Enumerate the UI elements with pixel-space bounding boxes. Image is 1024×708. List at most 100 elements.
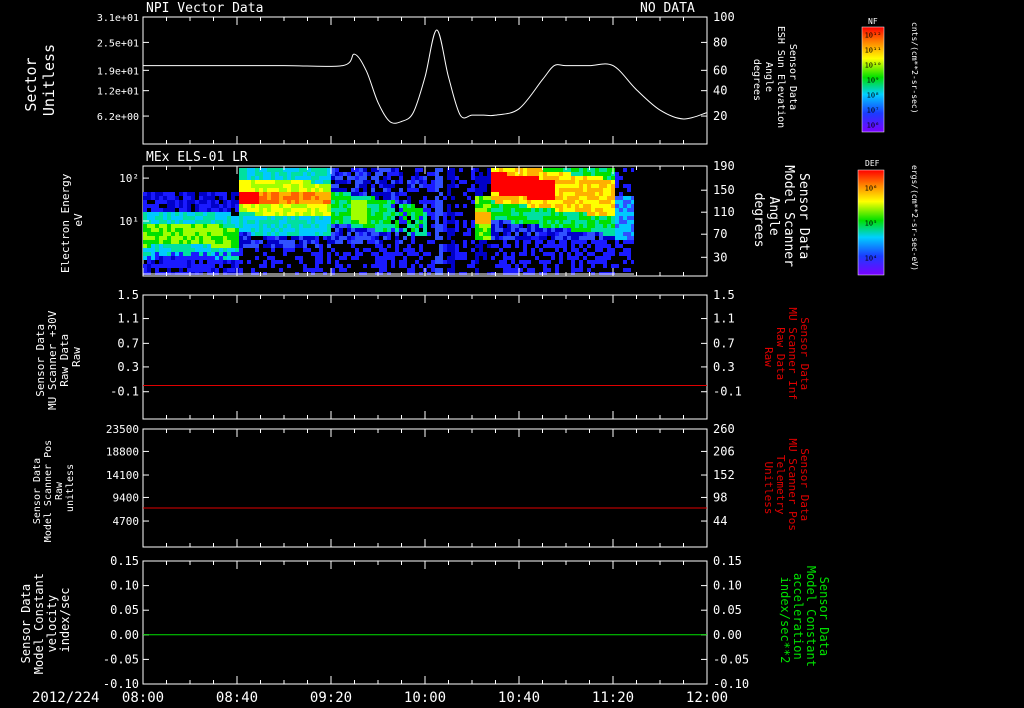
spectrogram-cell — [359, 212, 363, 216]
spectrogram-cell — [347, 176, 351, 180]
spectrogram-cell — [331, 224, 335, 228]
spectrogram-cell — [551, 244, 555, 248]
spectrogram-cell — [287, 192, 291, 196]
spectrogram-cell — [399, 220, 403, 224]
spectrogram-cell — [503, 228, 507, 232]
spectrogram-cell — [227, 208, 231, 212]
spectrogram-cell — [303, 196, 307, 200]
spectrogram-cell — [591, 168, 595, 172]
spectrogram-cell — [335, 208, 339, 212]
spectrogram-cell — [283, 184, 287, 188]
spectrogram-cell — [435, 184, 439, 188]
spectrogram-cell — [391, 224, 395, 228]
spectrogram-cell — [495, 264, 499, 268]
spectrogram-cell — [487, 216, 491, 220]
spectrogram-cell — [331, 184, 335, 188]
spectrogram-cell — [387, 184, 391, 188]
spectrogram-cell — [579, 228, 583, 232]
spectrogram-cell — [599, 200, 603, 204]
spectrogram-cell — [339, 188, 343, 192]
spectrogram-cell — [147, 244, 151, 248]
spectrogram-cell — [147, 240, 151, 244]
spectrogram-cell — [255, 168, 259, 172]
spectrogram-cell — [543, 180, 547, 184]
spectrogram-cell — [231, 196, 235, 200]
spectrogram-cell — [435, 224, 439, 228]
spectrogram-cell — [575, 172, 579, 176]
spectrogram-cell — [439, 176, 443, 180]
spectrogram-cell — [527, 220, 531, 224]
spectrogram-cell — [511, 256, 515, 260]
spectrogram-cell — [143, 248, 147, 252]
spectrogram-cell — [587, 216, 591, 220]
spectrogram-cell — [539, 204, 543, 208]
spectrogram-cell — [575, 228, 579, 232]
spectrogram-cell — [175, 200, 179, 204]
spectrogram-cell — [223, 228, 227, 232]
spectrogram-cell — [251, 240, 255, 244]
spectrogram-cell — [507, 168, 511, 172]
spectrogram-cell — [299, 172, 303, 176]
spectrogram-cell — [275, 240, 279, 244]
spectrogram-cell — [571, 204, 575, 208]
spectrogram-cell — [195, 248, 199, 252]
spectrogram-cell — [347, 200, 351, 204]
spectrogram-cell — [631, 240, 634, 244]
spectrogram-cell — [355, 220, 359, 224]
spectrogram-cell — [483, 252, 487, 256]
spectrogram-cell — [415, 220, 419, 224]
spectrogram-cell — [515, 220, 519, 224]
spectrogram-cell — [507, 220, 511, 224]
spectrogram-cell — [239, 224, 243, 228]
spectrogram-cell — [183, 200, 187, 204]
spectrogram-cell — [339, 204, 343, 208]
spectrogram-cell — [435, 236, 439, 240]
spectrogram-cell — [343, 236, 347, 240]
p1-right-tick-label: 40 — [713, 84, 727, 98]
spectrogram-cell — [151, 252, 155, 256]
spectrogram-cell — [327, 184, 331, 188]
spectrogram-cell — [391, 172, 395, 176]
spectrogram-cell — [291, 232, 295, 236]
spectrogram-cell — [339, 208, 343, 212]
spectrogram-cell — [247, 208, 251, 212]
spectrogram-cell — [475, 176, 479, 180]
spectrogram-cell — [227, 224, 231, 228]
spectrogram-cell — [299, 220, 303, 224]
spectrogram-cell — [223, 236, 227, 240]
p4-left-tick-label: 14100 — [106, 469, 139, 482]
spectrogram-cell — [255, 204, 259, 208]
spectrogram-cell — [175, 228, 179, 232]
spectrogram-cell — [519, 168, 523, 172]
spectrogram-cell — [331, 192, 335, 196]
spectrogram-cell — [587, 244, 591, 248]
spectrogram-cell — [243, 220, 247, 224]
spectrogram-cell — [383, 232, 387, 236]
spectrogram-cell — [523, 264, 527, 268]
spectrogram-cell — [563, 200, 567, 204]
spectrogram-cell — [279, 244, 283, 248]
spectrogram-cell — [583, 228, 587, 232]
spectrogram-cell — [387, 232, 391, 236]
spectrogram-cell — [427, 252, 431, 256]
spectrogram-cell — [427, 200, 431, 204]
spectrogram-cell — [535, 244, 539, 248]
spectrogram-cell — [491, 256, 495, 260]
spectrogram-cell — [511, 176, 515, 180]
spectrogram-cell — [151, 208, 155, 212]
spectrogram-cell — [183, 220, 187, 224]
spectrogram-cell — [471, 184, 475, 188]
spectrogram-cell — [275, 232, 279, 236]
panel1-right-label: Sensor Data ESH Sun Elevation Angle degr… — [751, 26, 798, 134]
spectrogram-cell — [339, 192, 343, 196]
spectrogram-cell — [259, 180, 263, 184]
spectrogram-cell — [583, 240, 587, 244]
spectrogram-cell — [407, 232, 411, 236]
panel1-frame — [142, 16, 708, 145]
spectrogram-cell — [315, 228, 319, 232]
spectrogram-cell — [155, 200, 159, 204]
spectrogram-cell — [571, 184, 575, 188]
spectrogram-cell — [259, 232, 263, 236]
spectrogram-cell — [327, 192, 331, 196]
spectrogram-cell — [155, 240, 159, 244]
